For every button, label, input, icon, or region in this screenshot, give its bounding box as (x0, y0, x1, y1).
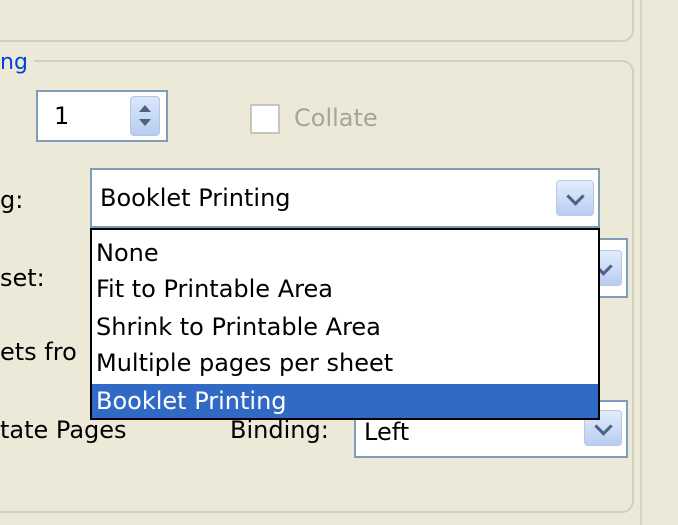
window-right-edge (640, 0, 678, 525)
spinner-buttons[interactable] (130, 96, 160, 136)
dropdown-option-none[interactable]: None (92, 236, 598, 270)
copies-spinner[interactable]: 1 (36, 90, 168, 142)
booklet-subset-label: set: (0, 264, 45, 292)
spin-down-icon[interactable] (139, 119, 151, 126)
chevron-down-icon (594, 417, 613, 436)
page-scaling-dropdown-button[interactable] (556, 180, 594, 216)
page-scaling-dropdown-list[interactable]: None Fit to Printable Area Shrink to Pri… (90, 228, 600, 420)
page-scaling-value: Booklet Printing (100, 184, 291, 212)
copies-handling-group-label: ng (0, 50, 34, 76)
copies-value[interactable]: 1 (54, 102, 69, 130)
dropdown-option-shrink-to-printable-area[interactable]: Shrink to Printable Area (92, 310, 598, 344)
dropdown-option-fit-to-printable-area[interactable]: Fit to Printable Area (92, 272, 598, 306)
page-scaling-combo[interactable]: Booklet Printing (90, 168, 600, 228)
collate-checkbox[interactable] (250, 104, 280, 134)
page-scaling-label: g: (0, 186, 24, 214)
auto-rotate-label[interactable]: tate Pages (0, 416, 127, 444)
spin-up-icon[interactable] (139, 105, 151, 112)
binding-label: Binding: (230, 416, 329, 444)
sheets-from-label: ets fro (0, 338, 77, 366)
binding-value: Left (364, 418, 410, 446)
pages-group: pages (0, 0, 634, 42)
dropdown-option-booklet-printing[interactable]: Booklet Printing (92, 384, 598, 418)
chevron-down-icon (566, 187, 585, 206)
collate-label: Collate (294, 104, 378, 132)
dropdown-option-multiple-pages-per-sheet[interactable]: Multiple pages per sheet (92, 346, 598, 380)
